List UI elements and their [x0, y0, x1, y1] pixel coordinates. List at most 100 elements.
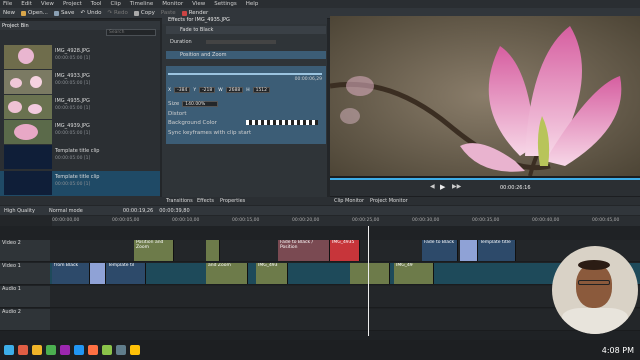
- monitor-timecode: 00:00:26:16: [500, 185, 531, 191]
- timeline-clip[interactable]: and Zoom: [206, 263, 248, 284]
- app-icon[interactable]: [32, 345, 42, 355]
- quality-select[interactable]: High Quality: [4, 208, 35, 214]
- tab-transitions[interactable]: Transitions: [166, 198, 193, 204]
- timeline-clip[interactable]: Fade to Black: [422, 240, 458, 261]
- effect-duration[interactable]: Duration: [166, 38, 326, 46]
- app-icon[interactable]: [116, 345, 126, 355]
- track-audio2: [50, 309, 640, 331]
- tab-properties[interactable]: Properties: [220, 198, 245, 204]
- clip-thumbnail: [4, 120, 52, 144]
- monitor-preview: [330, 16, 640, 176]
- bin-item[interactable]: Template title clip 00:00:05:00 [1]: [0, 145, 160, 170]
- size-field[interactable]: 140.00%: [182, 101, 219, 107]
- timeline-clip[interactable]: from Black: [52, 263, 90, 284]
- start-menu-icon[interactable]: [4, 345, 14, 355]
- tab-effects[interactable]: Effects: [197, 198, 214, 204]
- app-icon[interactable]: [74, 345, 84, 355]
- distort-checkbox[interactable]: Distort: [168, 111, 187, 117]
- app-icon[interactable]: [46, 345, 56, 355]
- bin-item[interactable]: IMG_4928.JPG 00:00:05:00 [1]: [0, 45, 160, 70]
- menu-tool[interactable]: Tool: [91, 1, 102, 7]
- sync-checkbox[interactable]: Sync keyframes with clip start: [168, 130, 251, 136]
- clip-thumbnail: [4, 70, 52, 94]
- timeline-ruler[interactable]: 00:00:00,00 00:00:05,00 00:00:10,00 00:0…: [52, 216, 640, 226]
- timeline-duration: 00:00:39,80: [159, 207, 190, 214]
- menu-file[interactable]: File: [3, 1, 12, 7]
- menu-project[interactable]: Project: [63, 1, 82, 7]
- redo-button[interactable]: ↷ Redo: [107, 10, 127, 16]
- save-icon: [53, 10, 59, 16]
- clip-thumbnail: [4, 171, 52, 195]
- background-color-picker[interactable]: [246, 120, 318, 125]
- undo-button[interactable]: ↶ Undo: [80, 10, 101, 16]
- tabs-row: Transitions Effects Properties Clip Moni…: [0, 197, 640, 205]
- playhead[interactable]: [368, 226, 369, 336]
- bin-item[interactable]: IMG_4939.JPG 00:00:05:00 [1]: [0, 120, 160, 145]
- bin-search-input[interactable]: Search: [106, 29, 156, 36]
- copy-icon: [133, 10, 139, 16]
- project-bin: Project Bin Search IMG_4928.JPG 00:00:05:…: [0, 21, 160, 197]
- clip-thumbnail: [4, 145, 52, 169]
- track-header-video2[interactable]: Video 2: [0, 240, 50, 262]
- effects-title: Effects for IMG_4935.JPG: [162, 16, 327, 24]
- h-field[interactable]: 1512: [252, 87, 271, 93]
- x-field[interactable]: -384: [174, 87, 191, 93]
- w-field[interactable]: 2688: [225, 87, 244, 93]
- effect-fade-to-black[interactable]: Fade to Black: [166, 26, 326, 34]
- effect-position-zoom[interactable]: Position and Zoom: [166, 51, 326, 59]
- tab-clip-monitor[interactable]: Clip Monitor: [334, 198, 364, 204]
- timeline-position: 00:00:19,26: [122, 207, 154, 214]
- timeline-clip[interactable]: Template til: [106, 263, 146, 284]
- menu-help[interactable]: Help: [246, 1, 259, 7]
- menu-edit[interactable]: Edit: [21, 1, 32, 7]
- new-button[interactable]: New: [3, 10, 15, 16]
- menu-view[interactable]: View: [41, 1, 54, 7]
- timeline-clip[interactable]: [206, 240, 220, 261]
- keyframe-track[interactable]: [168, 73, 322, 75]
- timeline-clip[interactable]: Position and Zoom: [134, 240, 174, 261]
- track-header-audio2[interactable]: Audio 2: [0, 309, 50, 331]
- play-button[interactable]: ▶: [440, 183, 445, 191]
- track-header-video1[interactable]: Video 1: [0, 263, 50, 285]
- bin-item[interactable]: IMG_4935.JPG 00:00:05:00 [1]: [0, 95, 160, 120]
- menu-clip[interactable]: Clip: [110, 1, 120, 7]
- timeline-clip[interactable]: Fade to Black / Position: [278, 240, 330, 261]
- menu-settings[interactable]: Settings: [214, 1, 237, 7]
- track-header-audio1[interactable]: Audio 1: [0, 286, 50, 308]
- app-icon[interactable]: [60, 345, 70, 355]
- rewind-icon[interactable]: ◀: [430, 183, 435, 190]
- forward-icon[interactable]: ▶▶: [452, 183, 461, 190]
- copy-button[interactable]: Copy: [133, 10, 155, 16]
- open-button[interactable]: Open...: [21, 10, 48, 16]
- menu-view2[interactable]: View: [192, 1, 205, 7]
- bin-item[interactable]: IMG_4933.JPG 00:00:05:00 [1]: [0, 70, 160, 95]
- timeline-clip[interactable]: IMG_4935: [330, 240, 360, 261]
- save-button[interactable]: Save: [53, 10, 74, 16]
- webcam-overlay: [552, 246, 638, 334]
- timeline-clip[interactable]: [350, 263, 390, 284]
- app-icon[interactable]: [102, 345, 112, 355]
- menu-bar: File Edit View Project Tool Clip Timelin…: [0, 0, 640, 8]
- undo-icon: ↶: [80, 10, 86, 16]
- timeline-clip[interactable]: Template title: [478, 240, 516, 261]
- app-icon[interactable]: [18, 345, 28, 355]
- app-icon[interactable]: [88, 345, 98, 355]
- app-icon[interactable]: [130, 345, 140, 355]
- track-video1: from Black Template til and Zoom IMG_493…: [50, 263, 640, 285]
- timeline-clip[interactable]: IMG_49: [394, 263, 434, 284]
- timeline-toolbar: High Quality Normal mode 00:00:19,26 00:…: [0, 206, 640, 215]
- position-zoom-params: 00:00:06,29 X -384 Y -218 W 2688 H 1512 Size…: [166, 66, 326, 144]
- menu-monitor[interactable]: Monitor: [162, 1, 183, 7]
- timeline-transition[interactable]: [460, 240, 478, 261]
- track-video2: Position and Zoom Fade to Black / Positi…: [50, 240, 640, 262]
- clip-thumbnail: [4, 95, 52, 119]
- timeline-transition[interactable]: [90, 263, 106, 284]
- tab-project-monitor[interactable]: Project Monitor: [370, 198, 408, 204]
- mode-select[interactable]: Normal mode: [49, 208, 83, 214]
- timeline-clip[interactable]: IMG_493: [256, 263, 288, 284]
- menu-timeline[interactable]: Timeline: [130, 1, 153, 7]
- bin-item[interactable]: Template title clip 00:00:05:00 [1]: [0, 171, 160, 196]
- render-icon: [181, 10, 187, 16]
- monitor-transport: ▶ ◀ ▶▶ 00:00:26:16: [330, 178, 640, 196]
- y-field[interactable]: -218: [199, 87, 216, 93]
